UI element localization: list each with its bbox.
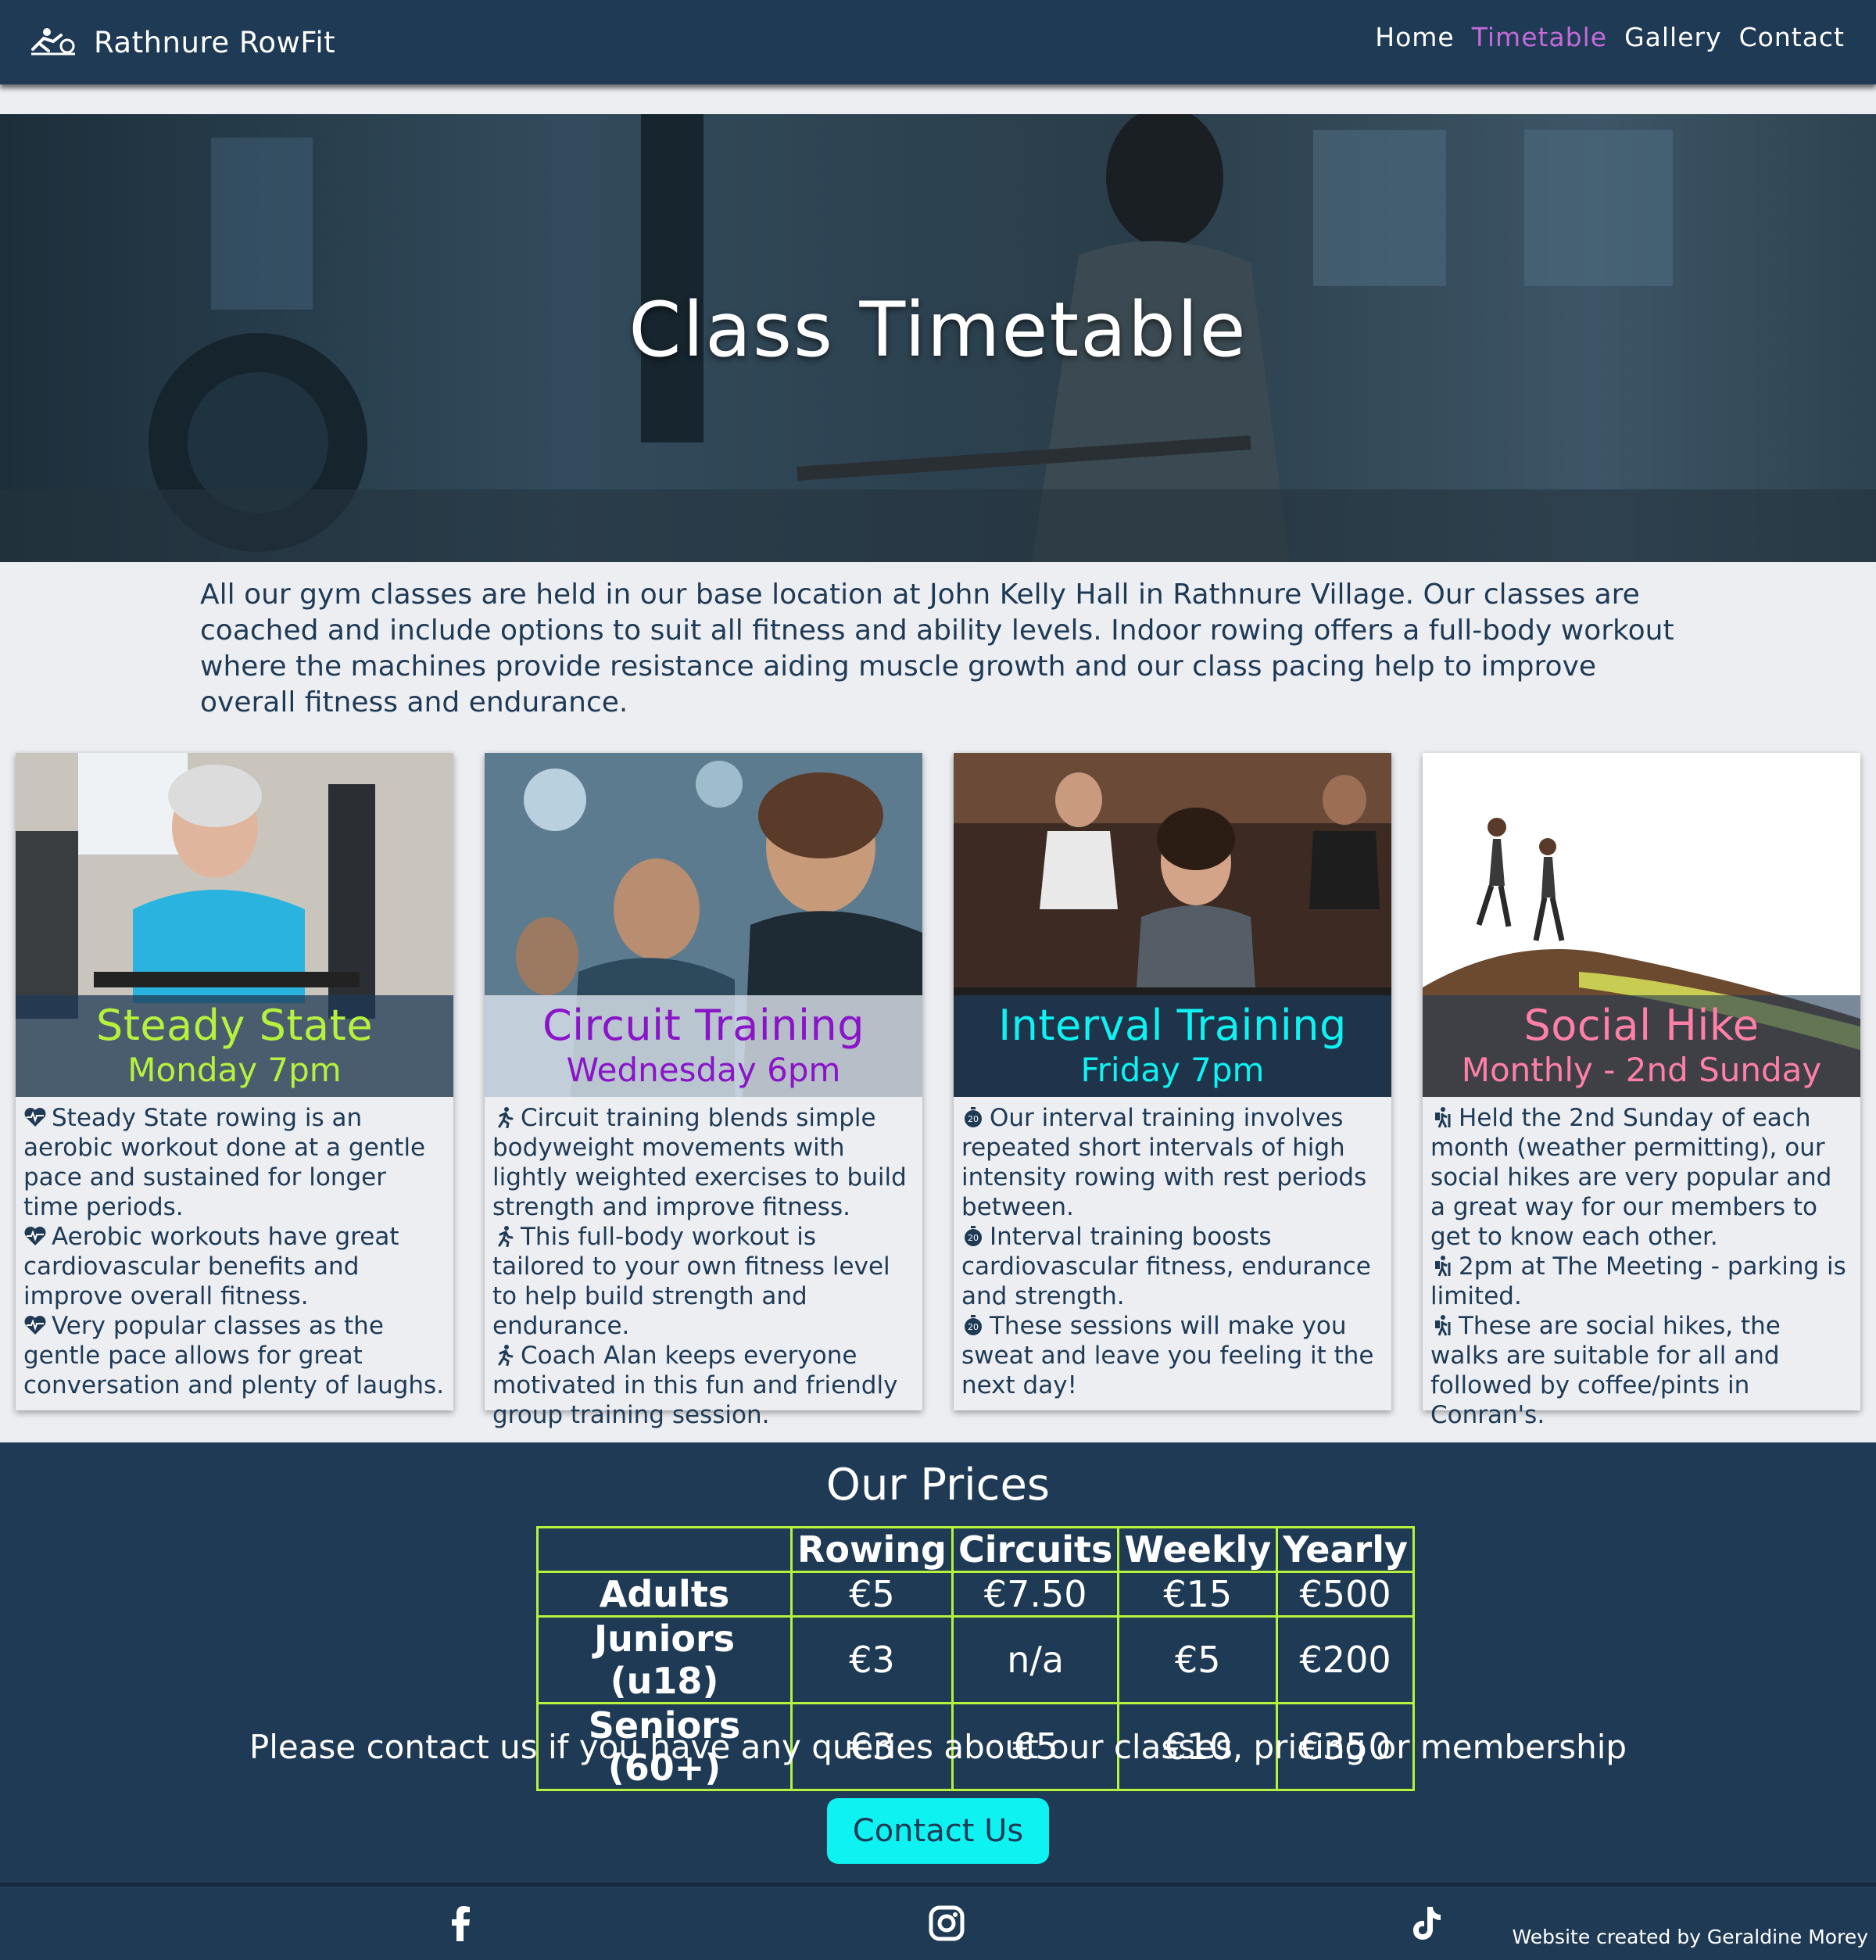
- card-day: Monday 7pm: [127, 1051, 342, 1089]
- hero-banner: Class Timetable: [0, 114, 1876, 562]
- table-cell: €15: [1117, 1571, 1279, 1618]
- brand[interactable]: Rathnure RowFit: [30, 20, 335, 64]
- hiking-person-icon: [1435, 1256, 1451, 1277]
- class-card-steady-state: Steady State Monday 7pm Steady State row…: [16, 753, 453, 1410]
- card-point: Very popular classes as the gentle pace …: [23, 1312, 445, 1399]
- card-point: Held the 2nd Sunday of each month (weath…: [1430, 1104, 1832, 1251]
- card-point: These sessions will make you sweat and l…: [961, 1312, 1374, 1399]
- brand-name: Rathnure RowFit: [94, 25, 336, 59]
- card-title: Interval Training: [998, 1001, 1347, 1050]
- footer: Website created by Geraldine Morey: [0, 1883, 1876, 1960]
- intro-text: All our gym classes are held in our base…: [200, 579, 1674, 718]
- card-day: Monthly - 2nd Sunday: [1461, 1051, 1822, 1089]
- nav-gallery-link[interactable]: Gallery: [1624, 22, 1722, 52]
- table-cell: €5: [1117, 1615, 1279, 1704]
- card-title: Steady State: [95, 1001, 374, 1050]
- table-row: Juniors (u18) €3 n/a €5 €200: [536, 1615, 1415, 1704]
- card-point: Circuit training blends simple bodyweigh…: [492, 1104, 907, 1221]
- card-body: Circuit training blends simple bodyweigh…: [492, 1103, 915, 1430]
- table-header-row: Rowing Circuits Weekly Yearly: [536, 1526, 1415, 1573]
- card-title: Circuit Training: [542, 1001, 865, 1050]
- prices-title: Our Prices: [825, 1460, 1051, 1510]
- footer-credit: Website created by Geraldine Morey: [1512, 1926, 1868, 1948]
- table-row-header: Adults: [536, 1571, 793, 1618]
- stopwatch-20-icon: 20: [965, 1226, 982, 1246]
- nav-home-link[interactable]: Home: [1375, 22, 1454, 52]
- svg-text:20: 20: [968, 1322, 979, 1332]
- card-day: Wednesday 6pm: [566, 1051, 841, 1089]
- card-band: Steady State Monday 7pm: [16, 995, 453, 1097]
- card-point: 2pm at The Meeting - parking is limited.: [1430, 1252, 1846, 1310]
- running-person-icon: [498, 1226, 514, 1247]
- table-cell: €7.50: [951, 1571, 1120, 1618]
- card-point: These are social hikes, the walks are su…: [1430, 1312, 1781, 1429]
- card-body: 20 Our interval training involves repeate…: [961, 1103, 1384, 1400]
- card-band: Circuit Training Wednesday 6pm: [485, 995, 922, 1097]
- card-day: Friday 7pm: [1080, 1051, 1265, 1089]
- table-header-cell: [536, 1526, 793, 1573]
- card-point: Aerobic workouts have great cardiovascul…: [23, 1223, 399, 1310]
- card-band: Interval Training Friday 7pm: [954, 995, 1391, 1097]
- facebook-icon[interactable]: [442, 1904, 481, 1943]
- heartbeat-icon: [24, 1108, 46, 1127]
- svg-text:20: 20: [968, 1233, 979, 1243]
- hiking-person-icon: [1435, 1315, 1451, 1336]
- table-header-cell: Weekly: [1117, 1526, 1279, 1573]
- class-cards: Steady State Monday 7pm Steady State row…: [16, 753, 1862, 1429]
- hiking-person-icon: [1435, 1107, 1451, 1128]
- table-row-header: Juniors (u18): [536, 1615, 793, 1704]
- nav-links: Home Timetable Gallery Contact: [1375, 22, 1845, 52]
- card-body: Held the 2nd Sunday of each month (weath…: [1430, 1103, 1853, 1430]
- hero-title: Class Timetable: [628, 286, 1248, 374]
- card-band: Social Hike Monthly - 2nd Sunday: [1423, 995, 1860, 1097]
- table-cell: €500: [1276, 1571, 1415, 1618]
- table-cell: €3: [790, 1615, 954, 1704]
- stopwatch-20-icon: 20: [965, 1107, 982, 1127]
- table-row: Adults €5 €7.50 €15 €500: [536, 1571, 1415, 1618]
- tiktok-icon[interactable]: [1407, 1904, 1446, 1943]
- class-card-circuit-training: Circuit Training Wednesday 6pm Circuit t…: [485, 753, 922, 1429]
- rower-logo-icon: [31, 28, 75, 56]
- card-title: Social Hike: [1523, 1001, 1760, 1050]
- table-header-cell: Rowing: [790, 1526, 954, 1573]
- class-card-social-hike: Social Hike Monthly - 2nd Sunday Held th…: [1423, 753, 1860, 1429]
- prices-section: Our Prices Rowing Circuits Weekly Yearly…: [0, 1442, 1876, 1885]
- card-point: Interval training boosts cardiovascular …: [961, 1223, 1371, 1310]
- contact-us-button[interactable]: Contact Us: [827, 1798, 1049, 1864]
- card-point: Our interval training involves repeated …: [961, 1104, 1367, 1221]
- navbar: Rathnure RowFit Home Timetable Gallery C…: [0, 0, 1876, 84]
- table-cell: €5: [790, 1571, 954, 1618]
- table-cell: €200: [1276, 1615, 1415, 1704]
- stopwatch-20-icon: 20: [965, 1315, 982, 1335]
- card-body: Steady State rowing is an aerobic workou…: [23, 1103, 446, 1400]
- table-header-cell: Yearly: [1276, 1526, 1415, 1573]
- prices-note: Please contact us if you have any querie…: [249, 1728, 1627, 1766]
- card-point: This full-body workout is tailored to yo…: [492, 1223, 890, 1340]
- table-header-cell: Circuits: [951, 1526, 1120, 1573]
- running-person-icon: [498, 1345, 514, 1366]
- nav-timetable-link[interactable]: Timetable: [1472, 22, 1607, 52]
- card-point: Coach Alan keeps everyone motivated in t…: [492, 1342, 898, 1429]
- card-point: Steady State rowing is an aerobic workou…: [23, 1104, 426, 1221]
- heartbeat-icon: [24, 1227, 46, 1245]
- table-cell: n/a: [951, 1615, 1120, 1704]
- svg-text:20: 20: [968, 1114, 979, 1124]
- nav-contact-link[interactable]: Contact: [1739, 22, 1845, 52]
- running-person-icon: [498, 1107, 514, 1128]
- instagram-icon[interactable]: [927, 1904, 966, 1943]
- heartbeat-icon: [24, 1316, 46, 1335]
- class-card-interval-training: Interval Training Friday 7pm 20 Our inter…: [954, 753, 1391, 1410]
